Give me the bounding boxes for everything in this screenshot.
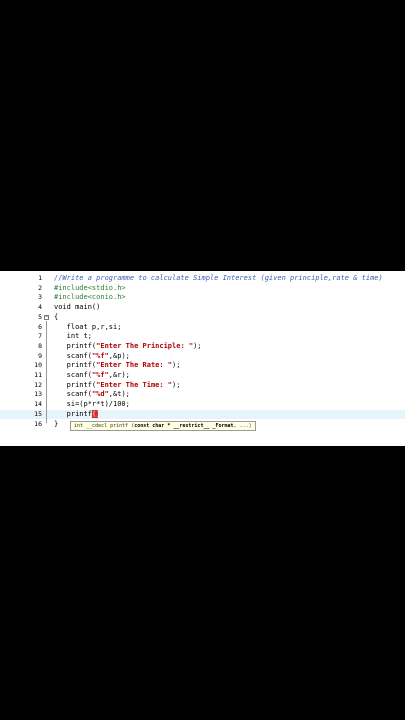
code-text[interactable]: printf("Enter The Time: ");	[54, 380, 181, 391]
code-token: "%d"	[91, 390, 109, 399]
line-number: 16	[34, 419, 42, 428]
code-token: si=(p*r*t)/100;	[54, 400, 130, 409]
code-token: //Write a programme to calculate Simple …	[54, 274, 383, 282]
code-text[interactable]: si=(p*r*t)/100;	[54, 400, 130, 410]
line-number: 1	[38, 274, 42, 282]
code-token: printf(	[54, 380, 97, 389]
code-token: {	[54, 312, 59, 321]
code-line[interactable]: 4 void main()	[0, 303, 405, 313]
code-text[interactable]: printf()	[54, 409, 101, 420]
line-number: 15	[34, 409, 42, 418]
code-line[interactable]: 7 int t;	[0, 332, 405, 342]
code-line[interactable]: 5 {−	[0, 313, 405, 323]
code-token: printf	[54, 409, 92, 418]
code-line[interactable]: 2 #include<stdio.h>	[0, 284, 405, 294]
code-token: ,&p);	[108, 351, 130, 360]
code-line[interactable]: 9 scanf("%f",&p);	[0, 352, 405, 362]
line-number: 13	[34, 390, 42, 399]
code-token: "Enter The Rate: "	[96, 361, 173, 370]
code-text[interactable]: //Write a programme to calculate Simple …	[54, 274, 383, 284]
code-text[interactable]: printf("Enter The Rate: ");	[54, 361, 181, 371]
code-token: );	[172, 361, 181, 370]
code-token: );	[193, 341, 202, 350]
code-text[interactable]: scanf("%f",&r);	[54, 371, 130, 381]
code-line[interactable]: 1 //Write a programme to calculate Simple…	[0, 274, 405, 284]
code-token: "%f"	[91, 351, 109, 360]
tooltip-suffix: , ...)	[233, 423, 252, 429]
function-signature-tooltip: int __cdecl printf (const char * __restr…	[70, 421, 256, 431]
code-line[interactable]: 11 scanf("%f",&r);	[0, 371, 405, 381]
code-line[interactable]: 6 float p,r,si;	[0, 323, 405, 333]
line-number: 6	[38, 322, 42, 331]
code-token: scanf(	[54, 351, 92, 360]
code-line[interactable]: 12 printf("Enter The Time: ");	[0, 381, 405, 391]
code-token: #include<conio.h>	[54, 293, 126, 302]
line-number: 10	[34, 361, 42, 370]
line-number: 11	[34, 371, 42, 379]
code-text[interactable]: int t;	[54, 332, 92, 342]
code-token: "%f"	[91, 371, 109, 379]
text-cursor: ()	[91, 409, 101, 418]
code-text[interactable]: {	[54, 313, 58, 323]
line-number: 14	[34, 400, 42, 409]
code-token: printf(	[54, 361, 97, 370]
code-line[interactable]: 13 scanf("%d",&t);	[0, 390, 405, 400]
line-number: 5	[38, 312, 42, 321]
code-line[interactable]: 14 si=(p*r*t)/100;	[0, 400, 405, 410]
code-token: float p,r,si;	[54, 322, 122, 331]
code-token: scanf(	[54, 371, 92, 379]
code-token: );	[172, 380, 181, 389]
fold-guide-line	[46, 320, 47, 424]
code-text[interactable]: float p,r,si;	[54, 322, 122, 333]
code-text[interactable]: void main()	[54, 303, 100, 313]
code-text[interactable]: scanf("%f",&p);	[54, 352, 130, 362]
code-line[interactable]: 8 printf("Enter The Principle: ");	[0, 342, 405, 352]
code-token: printf(	[54, 341, 97, 350]
fold-toggle-icon[interactable]: −	[44, 314, 49, 320]
line-number: 3	[38, 293, 42, 302]
code-token: "Enter The Principle: "	[96, 341, 194, 350]
code-text[interactable]: #include<conio.h>	[54, 293, 126, 303]
line-number: 4	[38, 303, 42, 312]
line-number: 8	[38, 341, 42, 350]
screen: { "editor": { "lines": [ {"num": "1", "s…	[0, 0, 405, 720]
line-number: 7	[38, 332, 42, 341]
code-token: ,&t);	[108, 390, 130, 399]
code-token: #include<stdio.h>	[54, 283, 126, 292]
tooltip-prefix: int __cdecl printf (	[74, 423, 135, 429]
tooltip-param: const char * __restrict__ _Format	[134, 423, 234, 429]
code-text[interactable]: scanf("%d",&t);	[54, 390, 130, 400]
code-editor[interactable]: 1 //Write a programme to calculate Simple…	[0, 271, 405, 446]
code-text[interactable]: printf("Enter The Principle: ");	[54, 342, 202, 352]
code-token: void main()	[54, 303, 101, 312]
code-line[interactable]: 10 printf("Enter The Rate: ");	[0, 361, 405, 371]
line-number: 12	[34, 380, 42, 389]
code-text[interactable]: }	[54, 420, 58, 430]
code-text[interactable]: #include<stdio.h>	[54, 284, 126, 294]
code-token: }	[54, 419, 59, 428]
line-number: 2	[38, 283, 42, 292]
code-line[interactable]: 3 #include<conio.h>	[0, 293, 405, 303]
code-token: scanf(	[54, 390, 92, 399]
line-number: 9	[38, 351, 42, 360]
code-line[interactable]: 15 printf()	[0, 409, 405, 420]
code-token: int t;	[54, 332, 92, 341]
code-token: ,&r);	[108, 371, 130, 379]
code-token: "Enter The Time: "	[96, 380, 173, 389]
